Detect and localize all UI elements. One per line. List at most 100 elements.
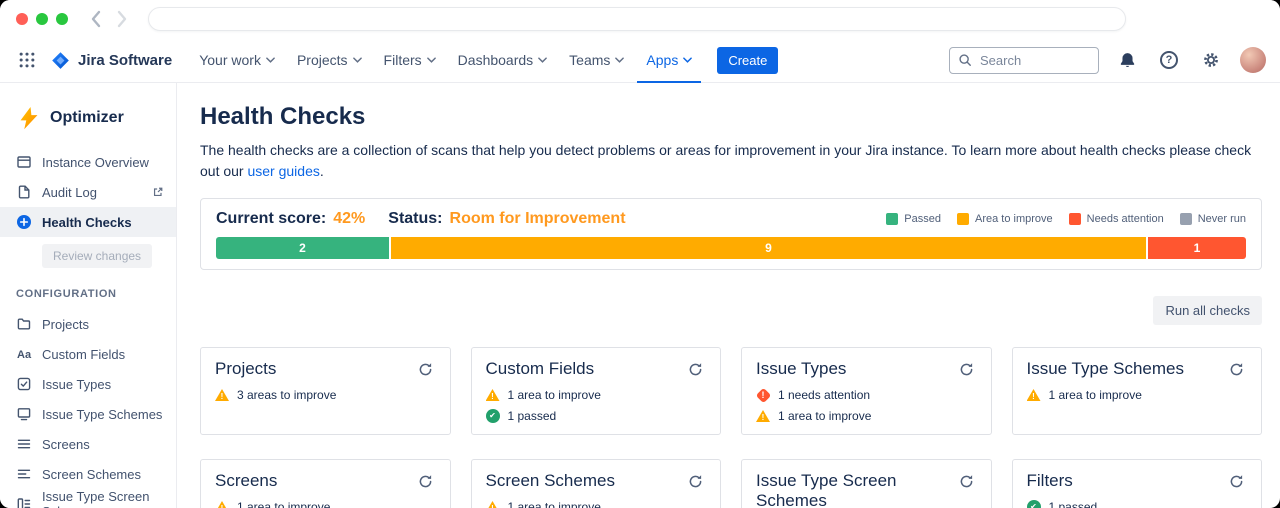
card-title: Projects [215, 359, 276, 379]
nav-item-apps[interactable]: Apps [637, 38, 701, 83]
nav-item-filters[interactable]: Filters [375, 38, 445, 83]
nav-item-projects[interactable]: Projects [288, 38, 371, 83]
sidebar-item-screens[interactable]: Screens [0, 429, 176, 459]
card-title: Issue Types [756, 359, 846, 379]
refresh-icon[interactable] [415, 471, 436, 492]
sidebar-item-audit-log[interactable]: Audit Log [0, 177, 176, 207]
search-icon [958, 53, 972, 67]
browser-nav-arrows [90, 10, 128, 28]
warning-icon [215, 388, 229, 402]
configuration-section-label: CONFIGURATION [0, 270, 176, 309]
sidebar-item-issue-type-screen-schemes[interactable]: Issue Type Screen Sche... [0, 489, 176, 508]
sidebar-item-projects[interactable]: Projects [0, 309, 176, 339]
card-title: Issue Type Schemes [1027, 359, 1185, 379]
notifications-icon[interactable] [1114, 47, 1141, 74]
refresh-icon[interactable] [685, 359, 706, 380]
window-minimize-button[interactable] [36, 13, 48, 25]
lines-icon [16, 436, 32, 452]
app-name: Optimizer [50, 109, 124, 127]
list-icon [16, 466, 32, 482]
screen-icon [16, 406, 32, 422]
create-button[interactable]: Create [717, 47, 778, 74]
card-title: Screens [215, 471, 277, 491]
jira-brand[interactable]: Jira Software [50, 50, 172, 71]
svg-text:Aa: Aa [17, 349, 32, 361]
optimizer-sidebar: Optimizer Instance Overview Audit Log [0, 83, 177, 508]
document-icon [16, 184, 32, 200]
refresh-icon[interactable] [685, 471, 706, 492]
card-stat: 1 area to improve [756, 409, 977, 423]
nav-item-dashboards[interactable]: Dashboards [449, 38, 557, 83]
sidebar-item-issue-type-schemes[interactable]: Issue Type Schemes [0, 399, 176, 429]
refresh-icon[interactable] [415, 359, 436, 380]
user-avatar[interactable] [1240, 47, 1266, 73]
sidebar-item-screen-schemes[interactable]: Screen Schemes [0, 459, 176, 489]
search-input[interactable] [978, 52, 1090, 69]
settings-icon[interactable] [1197, 46, 1225, 74]
error-icon [756, 388, 770, 402]
browser-window: Jira Software Your work Projects Filters… [0, 0, 1280, 508]
app-switcher-icon[interactable] [14, 47, 40, 73]
chevron-down-icon [427, 57, 436, 63]
current-score-value: 42% [333, 209, 365, 229]
page-title: Health Checks [200, 103, 1262, 131]
refresh-icon[interactable] [1226, 471, 1247, 492]
help-icon[interactable] [1156, 47, 1182, 73]
window-close-button[interactable] [16, 13, 28, 25]
warning-icon [486, 388, 500, 402]
user-guides-link[interactable]: user guides [247, 163, 319, 179]
review-changes-button[interactable]: Review changes [42, 244, 152, 268]
health-checks-icon [16, 214, 32, 230]
card-title: Screen Schemes [486, 471, 615, 491]
card-stat: 1 area to improve [486, 388, 707, 402]
back-icon[interactable] [90, 10, 101, 28]
card-stat: 1 area to improve [215, 500, 436, 508]
legend-item-area-to-improve: Area to improve [957, 209, 1053, 229]
check-icon [486, 409, 500, 423]
refresh-icon[interactable] [1226, 359, 1247, 380]
legend-item-needs-attention: Needs attention [1069, 209, 1164, 229]
jira-top-nav: Jira Software Your work Projects Filters… [0, 38, 1280, 83]
main-menu: Your work Projects Filters Dashboards Te… [190, 38, 701, 83]
forward-icon[interactable] [117, 10, 128, 28]
actions-row: Run all checks [200, 296, 1262, 325]
nav-item-teams[interactable]: Teams [560, 38, 633, 83]
chevron-down-icon [266, 57, 275, 63]
refresh-icon[interactable] [956, 471, 977, 492]
main-content: Health Checks The health checks are a co… [177, 83, 1280, 508]
legend-item-passed: Passed [886, 209, 941, 229]
score-card: Current score: 42% Status: Room for Impr… [200, 198, 1262, 270]
warning-icon [215, 500, 229, 508]
address-bar[interactable] [148, 7, 1126, 31]
score-legend: Passed Area to improve Needs attention N… [886, 209, 1246, 229]
score-row: Current score: 42% Status: Room for Impr… [216, 209, 1246, 229]
card-custom-fields: Custom Fields 1 area to improve 1 passed [471, 347, 722, 435]
card-stat: 1 passed [486, 409, 707, 423]
refresh-icon[interactable] [956, 359, 977, 380]
nav-item-your-work[interactable]: Your work [190, 38, 284, 83]
run-all-checks-button[interactable]: Run all checks [1153, 296, 1262, 325]
card-title: Issue Type Screen Schemes [756, 471, 956, 508]
page-description: The health checks are a collection of sc… [200, 140, 1262, 182]
legend-item-never-run: Never run [1180, 209, 1246, 229]
card-stat: 1 needs attention [756, 388, 977, 402]
chevron-down-icon [615, 57, 624, 63]
card-projects: Projects 3 areas to improve [200, 347, 451, 435]
current-score-label: Current score: [216, 209, 326, 229]
chevron-down-icon [353, 57, 362, 63]
chevron-down-icon [538, 57, 547, 63]
board-icon [16, 154, 32, 170]
optimizer-brand: Optimizer [0, 99, 176, 147]
search-box [949, 47, 1099, 74]
card-filters: Filters 1 passed [1012, 459, 1263, 508]
sidebar-item-custom-fields[interactable]: Aa Custom Fields [0, 339, 176, 369]
folder-icon [16, 316, 32, 332]
sidebar-item-health-checks[interactable]: Health Checks [0, 207, 176, 237]
window-zoom-button[interactable] [56, 13, 68, 25]
card-screens: Screens 1 area to improve [200, 459, 451, 508]
sidebar-item-instance-overview[interactable]: Instance Overview [0, 147, 176, 177]
card-issue-type-screen-schemes: Issue Type Screen Schemes 1 area to impr… [741, 459, 992, 508]
app-body: Optimizer Instance Overview Audit Log [0, 83, 1280, 508]
sidebar-item-issue-types[interactable]: Issue Types [0, 369, 176, 399]
card-title: Filters [1027, 471, 1073, 491]
